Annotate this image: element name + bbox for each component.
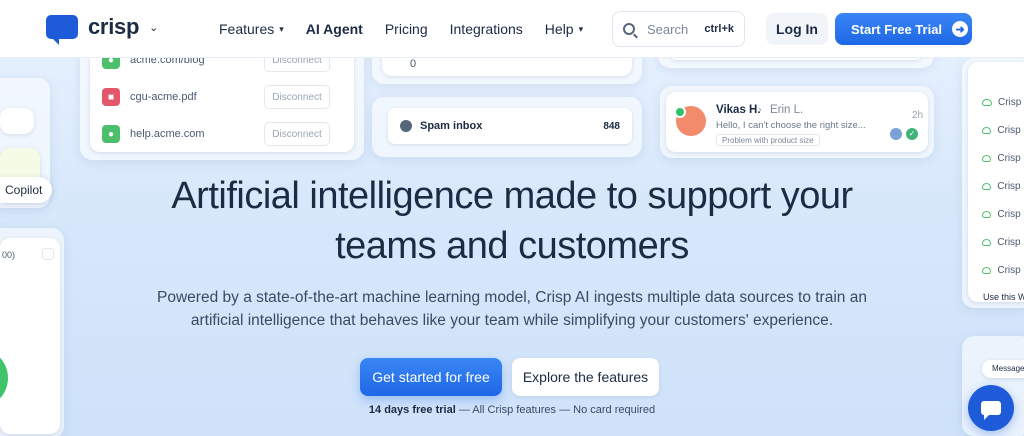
cloud-icon [982, 98, 992, 106]
search-placeholder: Search [647, 21, 689, 37]
spam-count: 848 [603, 120, 620, 132]
hero-subtitle: Powered by a state-of-the-art machine le… [157, 289, 867, 329]
hero-title-line-1: Artificial intelligence made to support … [171, 175, 853, 217]
search-icon [623, 23, 635, 35]
conversation-time: 2h [912, 110, 924, 121]
check-icon: ✓ [906, 128, 918, 140]
counter-value: 0 [410, 58, 417, 70]
source-name: cgu-acme.pdf [130, 91, 197, 103]
menu-item-features[interactable]: Features ▾ [219, 21, 284, 37]
start-free-trial-button[interactable]: Start Free Trial ➜ [835, 13, 972, 45]
chevron-right-icon: › [758, 104, 762, 116]
menu-item-ai-agent[interactable]: AI Agent [306, 21, 363, 37]
menu-item-integrations[interactable]: Integrations [450, 21, 523, 37]
search-shortcut: ctrl+k [704, 23, 734, 35]
right-list-item[interactable]: Crisp I [972, 116, 1024, 144]
spam-inbox-item[interactable]: Spam inbox 848 [388, 108, 632, 144]
right-list-footer: Use this We [983, 292, 1024, 302]
top-navigation: crisp ⌄ Features ▾ AI Agent Pricing Inte… [0, 0, 1024, 58]
main-menu: Features ▾ AI Agent Pricing Integrations… [219, 0, 605, 58]
chat-icon [981, 401, 1001, 420]
menu-label: Pricing [384, 21, 428, 37]
disconnect-button[interactable]: Disconnect [264, 85, 330, 109]
menu-item-help[interactable]: Help ▾ [545, 21, 583, 37]
menu-label: AI Agent [305, 21, 363, 37]
trial-note: 14 days free trial — All Crisp features … [0, 404, 1024, 416]
source-row: ● help.acme.com Disconnect [102, 119, 342, 149]
right-item-label: Crisp [998, 96, 1022, 108]
menu-label: Features [219, 21, 275, 37]
trial-label: Start Free Trial [851, 21, 943, 37]
menu-label: Integrations [449, 21, 523, 37]
get-started-button[interactable]: Get started for free [360, 358, 502, 396]
cloud-icon [982, 154, 992, 162]
hero-title-line-2: teams and customers [335, 225, 689, 267]
conversation-card[interactable]: Vikas H. › Erin L. 2h Hello, I can't cho… [666, 92, 928, 152]
menu-item-pricing[interactable]: Pricing [385, 21, 428, 37]
spam-label: Spam inbox [420, 120, 483, 132]
login-button[interactable]: Log In [766, 13, 828, 45]
cloud-icon [982, 126, 992, 134]
logo-text: crisp [88, 14, 140, 39]
chevron-down-icon[interactable]: ⌄ [149, 21, 158, 34]
right-list-item[interactable]: Crisp [972, 88, 1024, 116]
crisp-logo-icon [46, 15, 78, 45]
left-card [0, 108, 34, 134]
search-input[interactable]: Search ctrl+k [612, 11, 745, 47]
avatar [674, 106, 706, 136]
pdf-icon: ■ [102, 88, 120, 106]
message-chip: Message [982, 360, 1024, 378]
decorative-circle [0, 348, 8, 408]
conversation-to: Erin L. [770, 104, 804, 116]
chat-widget-button[interactable] [968, 385, 1014, 431]
conversation-preview: Hello, I can't choose the right size... [716, 120, 866, 131]
right-item-label: Crisp I [997, 124, 1024, 136]
right-item-label: Crisp I [997, 152, 1024, 164]
arrow-right-icon: ➜ [952, 21, 969, 37]
crisp-logo[interactable]: crisp ⌄ [46, 14, 158, 45]
conversation-from: Vikas H. [716, 104, 761, 116]
source-name: help.acme.com [130, 128, 205, 140]
disconnect-button[interactable]: Disconnect [264, 122, 330, 146]
sources-panel: ● acme.com/blog Disconnect ■ cgu-acme.pd… [80, 40, 364, 160]
conversation-tag: Problem with product size [716, 134, 820, 146]
chevron-down-icon: ▾ [279, 23, 284, 34]
menu-label: Help [544, 21, 574, 37]
conversation-panel: Vikas H. › Erin L. 2h Hello, I can't cho… [660, 86, 934, 158]
spam-icon [400, 120, 412, 132]
chevron-down-icon: ▾ [578, 23, 584, 34]
trial-note-bold: 14 days free trial [368, 404, 456, 416]
agent-avatar [890, 128, 902, 140]
source-row: ■ cgu-acme.pdf Disconnect [102, 82, 342, 112]
explore-features-button[interactable]: Explore the features [512, 358, 659, 396]
trial-note-rest: — All Crisp features — No card required [455, 404, 656, 416]
globe-icon: ● [102, 125, 120, 143]
right-list-item[interactable]: Crisp I [972, 144, 1024, 172]
message-label: Message [992, 364, 1024, 373]
